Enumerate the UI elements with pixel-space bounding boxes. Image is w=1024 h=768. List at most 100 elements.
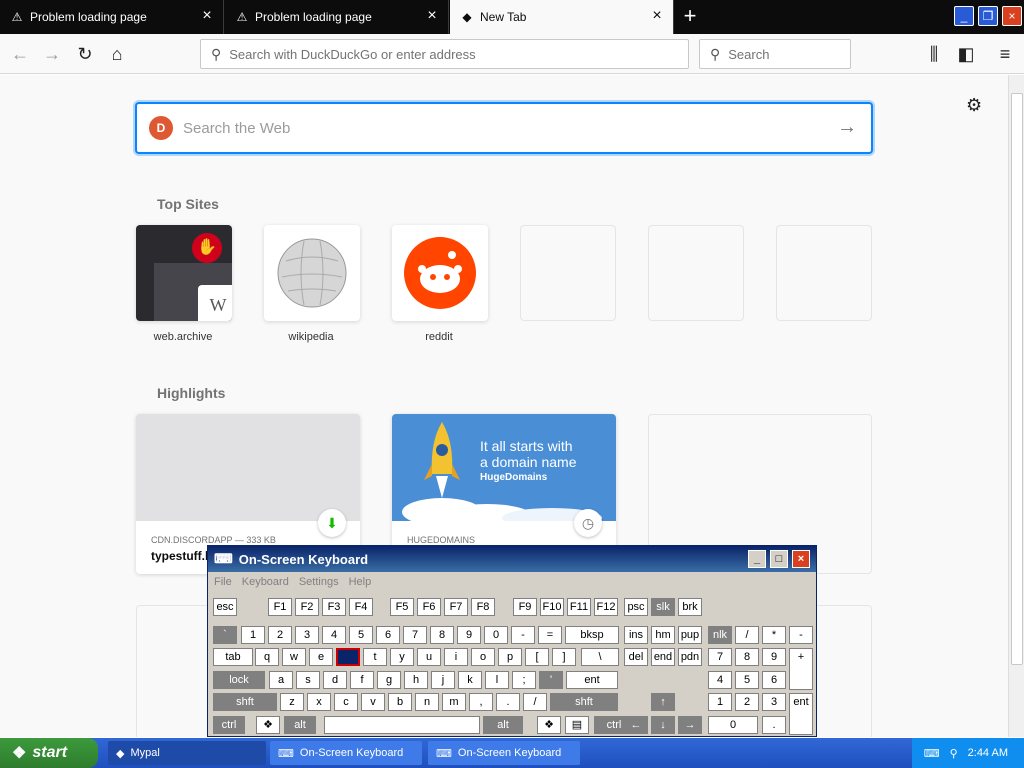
key-symbol[interactable]: ;	[512, 671, 536, 689]
top-site-empty[interactable]	[776, 225, 872, 321]
key-9[interactable]: 9	[457, 626, 481, 644]
tab-problem-loading-2[interactable]: ⚠ Problem loading page ×	[225, 0, 449, 34]
key-t[interactable]: t	[363, 648, 387, 666]
key-ent[interactable]: ent	[566, 671, 618, 689]
new-tab-button[interactable]: +	[678, 5, 702, 29]
reload-button[interactable]: ↻	[73, 42, 97, 66]
key-F2[interactable]: F2	[295, 598, 319, 616]
minimize-button[interactable]: _	[954, 6, 974, 26]
osk-maximize-button[interactable]: □	[770, 550, 788, 568]
key-p[interactable]: p	[498, 648, 522, 666]
osk-menu-settings[interactable]: Settings	[299, 576, 339, 588]
key-symbol[interactable]: `	[213, 626, 237, 644]
key-F3[interactable]: F3	[322, 598, 346, 616]
key-1[interactable]: 1	[708, 693, 732, 711]
top-site-empty[interactable]	[520, 225, 616, 321]
back-button[interactable]: ←	[8, 42, 32, 66]
key-z[interactable]: z	[280, 693, 304, 711]
scrollbar-thumb[interactable]	[1011, 93, 1023, 665]
key-2[interactable]: 2	[735, 693, 759, 711]
windows-key-icon[interactable]: ❖	[537, 716, 561, 734]
key-symbol[interactable]: .	[496, 693, 520, 711]
key-ent[interactable]: ent	[789, 693, 813, 735]
key-g[interactable]: g	[377, 671, 401, 689]
key-y[interactable]: y	[390, 648, 414, 666]
key-F8[interactable]: F8	[471, 598, 495, 616]
key-w[interactable]: w	[282, 648, 306, 666]
key-shft[interactable]: shft	[550, 693, 618, 711]
key-F10[interactable]: F10	[540, 598, 564, 616]
key-8[interactable]: 8	[735, 648, 759, 666]
task-on-screen-keyboard[interactable]: ⌨ On-Screen Keyboard	[270, 741, 422, 765]
tab-new-tab[interactable]: ◆ New Tab ×	[450, 0, 674, 34]
key-symbol[interactable]: /	[523, 693, 547, 711]
key-esc[interactable]: esc	[213, 598, 237, 616]
key-slk[interactable]: slk	[651, 598, 675, 616]
key-F5[interactable]: F5	[390, 598, 414, 616]
search-tray-icon[interactable]: ⚲	[950, 747, 958, 760]
key-k[interactable]: k	[458, 671, 482, 689]
osk-minimize-button[interactable]: _	[748, 550, 766, 568]
web-search-box[interactable]: D →	[135, 102, 873, 154]
key-F12[interactable]: F12	[594, 598, 618, 616]
arrow-left-icon[interactable]: ←	[624, 716, 648, 734]
key-hm[interactable]: hm	[651, 626, 675, 644]
key-symbol[interactable]: /	[735, 626, 759, 644]
key-o[interactable]: o	[471, 648, 495, 666]
key-6[interactable]: 6	[376, 626, 400, 644]
key-symbol[interactable]: -	[789, 626, 813, 644]
close-tab-icon[interactable]: ×	[199, 8, 215, 25]
key-psc[interactable]: psc	[624, 598, 648, 616]
key-8[interactable]: 8	[430, 626, 454, 644]
key-e[interactable]: e	[309, 648, 333, 666]
key-nlk[interactable]: nlk	[708, 626, 732, 644]
key-symbol[interactable]: -	[511, 626, 535, 644]
arrow-right-icon[interactable]: →	[837, 116, 857, 139]
osk-menu-help[interactable]: Help	[349, 576, 372, 588]
key-symbol[interactable]: [	[525, 648, 549, 666]
search-bar[interactable]: ⚲	[699, 39, 851, 69]
key-6[interactable]: 6	[762, 671, 786, 689]
key-alt[interactable]: alt	[483, 716, 523, 734]
key-r[interactable]	[336, 648, 360, 666]
key-symbol[interactable]: ]	[552, 648, 576, 666]
key-F1[interactable]: F1	[268, 598, 292, 616]
key-q[interactable]: q	[255, 648, 279, 666]
key-9[interactable]: 9	[762, 648, 786, 666]
tab-problem-loading-1[interactable]: ⚠ Problem loading page ×	[0, 0, 224, 34]
key-symbol[interactable]: .	[762, 716, 786, 734]
osk-close-button[interactable]: ×	[792, 550, 810, 568]
key-0[interactable]: 0	[708, 716, 758, 734]
key-symbol[interactable]: =	[538, 626, 562, 644]
home-button[interactable]: ⌂	[105, 42, 129, 66]
key-3[interactable]: 3	[762, 693, 786, 711]
key-4[interactable]: 4	[322, 626, 346, 644]
key-4[interactable]: 4	[708, 671, 732, 689]
key-s[interactable]: s	[296, 671, 320, 689]
key-symbol[interactable]: \	[581, 648, 619, 666]
osk-title-bar[interactable]: ⌨ On-Screen Keyboard _ □ ×	[208, 546, 816, 572]
close-tab-icon[interactable]: ×	[649, 8, 665, 25]
key-u[interactable]: u	[417, 648, 441, 666]
key-symbol[interactable]: +	[789, 648, 813, 690]
osk-menu-file[interactable]: File	[214, 576, 232, 588]
task-on-screen-keyboard[interactable]: ⌨ On-Screen Keyboard	[428, 741, 580, 765]
forward-button[interactable]: →	[40, 42, 64, 66]
key-7[interactable]: 7	[403, 626, 427, 644]
key-d[interactable]: d	[323, 671, 347, 689]
windows-key-icon[interactable]: ❖	[256, 716, 280, 734]
key-symbol[interactable]: *	[762, 626, 786, 644]
key-bksp[interactable]: bksp	[565, 626, 619, 644]
key-i[interactable]: i	[444, 648, 468, 666]
key-l[interactable]: l	[485, 671, 509, 689]
key-5[interactable]: 5	[735, 671, 759, 689]
key-pdn[interactable]: pdn	[678, 648, 702, 666]
key-c[interactable]: c	[334, 693, 358, 711]
arrow-up-icon[interactable]: ↑	[651, 693, 675, 711]
key-7[interactable]: 7	[708, 648, 732, 666]
key-m[interactable]: m	[442, 693, 466, 711]
key-space[interactable]	[324, 716, 480, 734]
key-a[interactable]: a	[269, 671, 293, 689]
restore-button[interactable]: ❐	[978, 6, 998, 26]
key-F7[interactable]: F7	[444, 598, 468, 616]
